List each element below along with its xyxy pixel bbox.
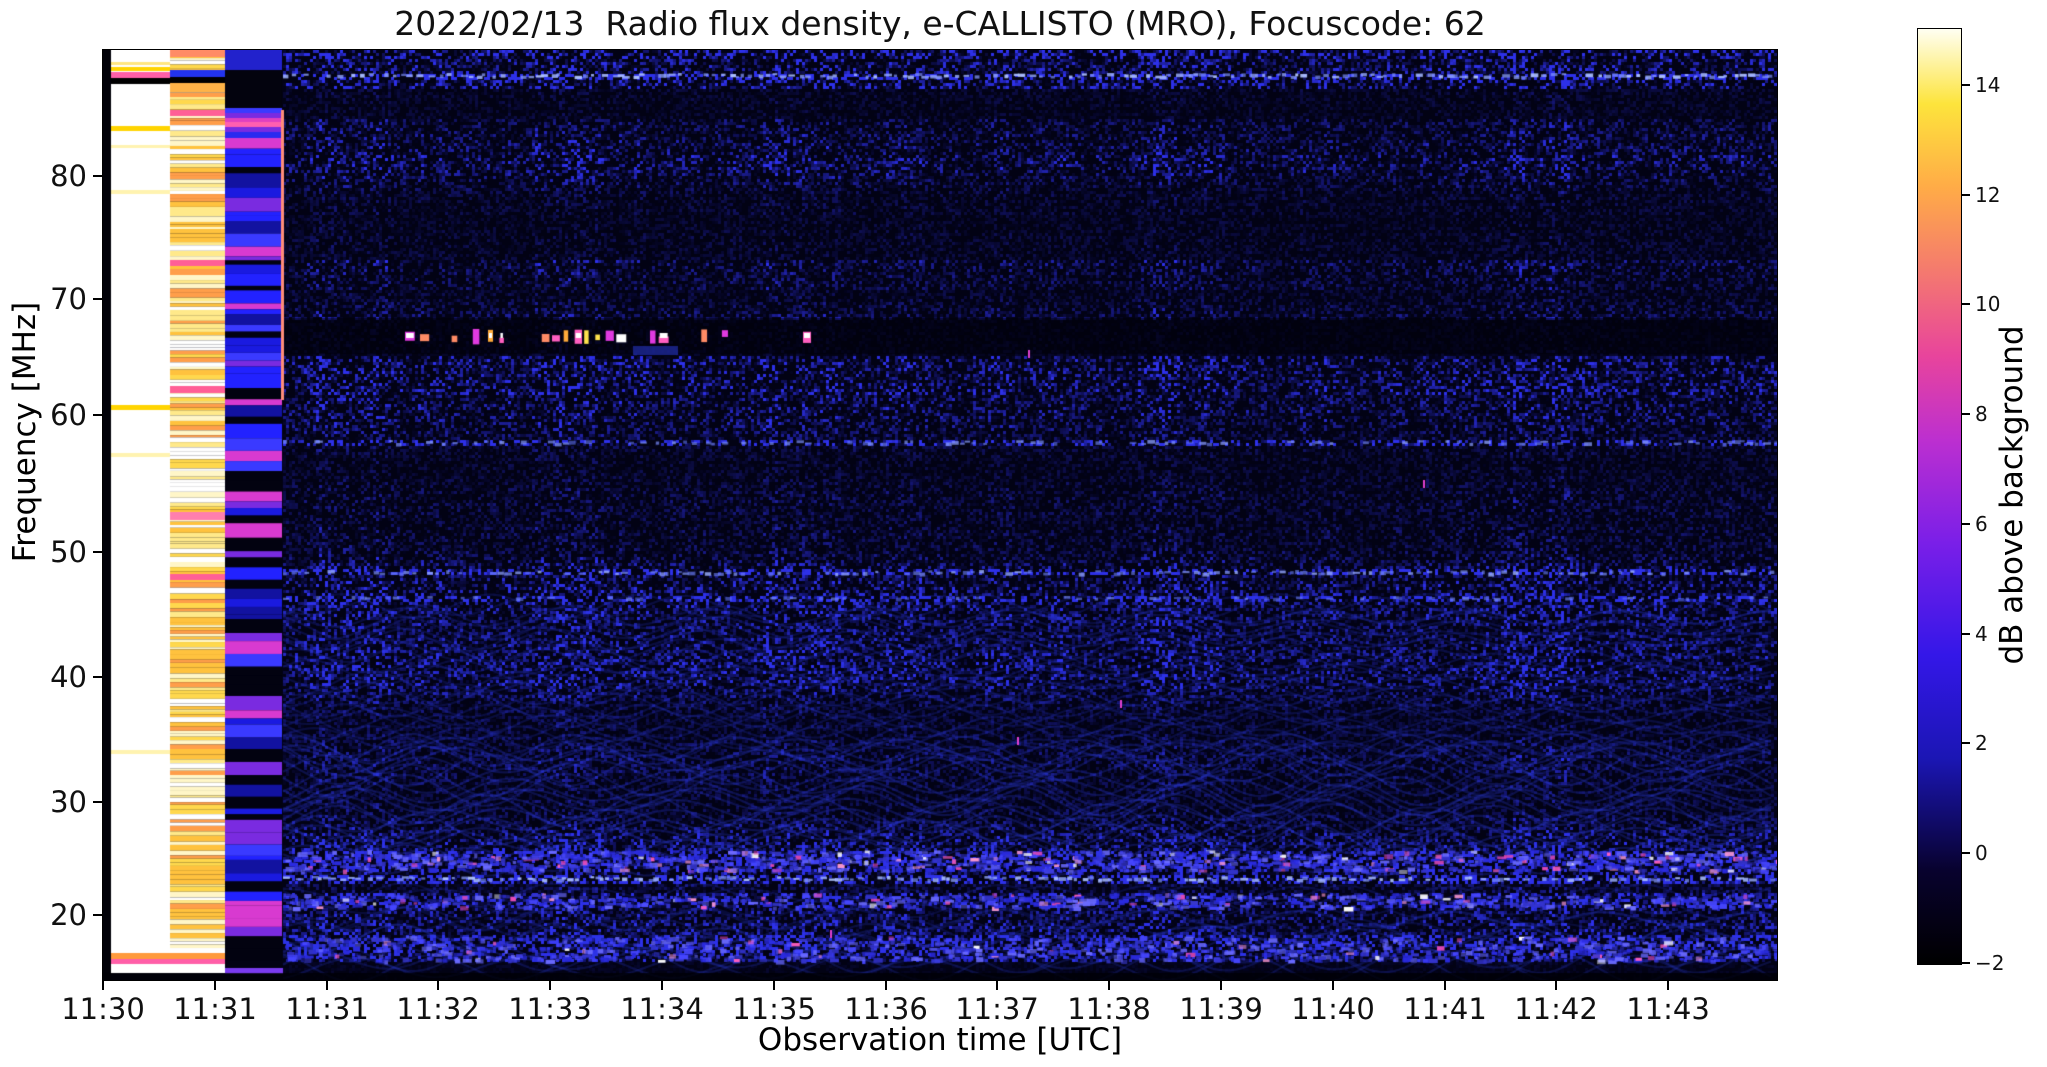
colorbar-label: dB above background [1994,325,2030,665]
plot-frame [102,49,1778,981]
x-tick-mark [1108,980,1110,990]
y-tick-mark [93,914,103,916]
x-tick-label: 11:32 [396,992,480,1026]
colorbar-tick-label: 8 [1975,402,1988,426]
x-tick-mark [1332,980,1334,990]
x-tick-mark [1444,980,1446,990]
colorbar-tick-mark [1962,303,1970,305]
y-tick-label: 50 [50,535,87,569]
colorbar-tick-mark [1962,194,1970,196]
x-tick-label: 11:40 [1291,992,1375,1026]
y-tick-label: 30 [50,785,87,819]
colorbar-tick-label: 12 [1975,183,2001,207]
y-tick-label: 20 [50,898,87,932]
spectrogram-heatmap [103,50,1777,980]
colorbar-tick-mark [1962,523,1970,525]
x-tick-label: 11:33 [508,992,592,1026]
colorbar-tick-label: 2 [1975,731,1988,755]
colorbar-tick-mark [1962,633,1970,635]
x-tick-mark [437,980,439,990]
x-tick-label: 11:34 [620,992,704,1026]
colorbar-tick-mark [1962,742,1970,744]
x-tick-label: 11:42 [1514,992,1598,1026]
y-tick-mark [93,414,103,416]
x-tick-mark [885,980,887,990]
x-tick-mark [996,980,998,990]
y-tick-mark [93,175,103,177]
x-axis-label: Observation time [UTC] [757,1022,1123,1058]
y-tick-mark [93,676,103,678]
x-tick-label: 11:37 [955,992,1039,1026]
colorbar-tick-label: −2 [1975,951,2005,975]
y-tick-label: 60 [50,398,87,432]
x-tick-mark [1667,980,1669,990]
x-tick-mark [102,980,104,990]
colorbar-tick-label: 6 [1975,512,1988,536]
x-tick-mark [549,980,551,990]
x-tick-mark [773,980,775,990]
y-tick-label: 70 [50,282,87,316]
figure: 2022/02/13 Radio flux density, e-CALLIST… [0,0,2047,1067]
x-tick-mark [1220,980,1222,990]
x-tick-label: 11:38 [1067,992,1151,1026]
colorbar-tick-mark [1962,852,1970,854]
x-tick-mark [214,980,216,990]
x-tick-label: 11:31 [285,992,369,1026]
x-tick-label: 11:31 [173,992,257,1026]
x-tick-label: 11:36 [844,992,928,1026]
x-tick-mark [326,980,328,990]
colorbar-tick-label: 0 [1975,841,1988,865]
x-tick-mark [661,980,663,990]
y-tick-mark [93,551,103,553]
y-tick-mark [93,801,103,803]
x-tick-label: 11:41 [1403,992,1487,1026]
x-tick-mark [1555,980,1557,990]
x-tick-label: 11:43 [1626,992,1710,1026]
colorbar-tick-mark [1962,413,1970,415]
y-tick-label: 40 [50,660,87,694]
colorbar-tick-label: 10 [1975,292,2001,316]
x-tick-label: 11:35 [732,992,816,1026]
y-tick-label: 80 [50,159,87,193]
colorbar-tick-label: 14 [1975,73,2001,97]
x-tick-label: 11:30 [61,992,145,1026]
colorbar-tick-mark [1962,962,1970,964]
chart-title: 2022/02/13 Radio flux density, e-CALLIST… [394,4,1486,43]
y-axis-label: Frequency [MHz] [7,301,43,563]
colorbar-tick-label: 4 [1975,622,1988,646]
colorbar-gradient [1917,28,1962,965]
y-tick-mark [93,298,103,300]
colorbar-tick-mark [1962,84,1970,86]
x-tick-label: 11:39 [1179,992,1263,1026]
